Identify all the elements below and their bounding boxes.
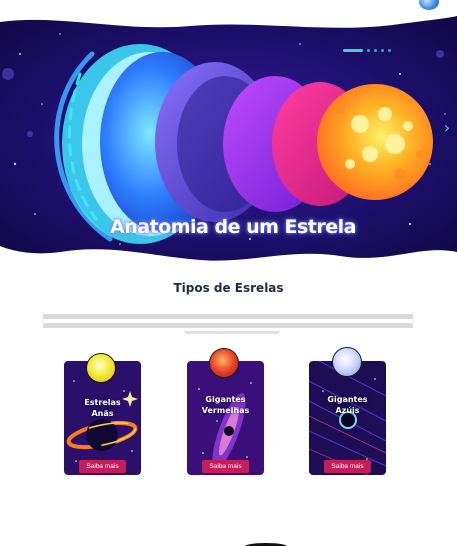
- card-saiba-mais-button[interactable]: Saiba mais: [324, 460, 371, 473]
- card-title-line1: Estrelas: [84, 398, 121, 407]
- card-gigantes-azuis[interactable]: Gigantes Azúis Saiba mais: [309, 361, 386, 475]
- blue-giant-star-icon: [332, 347, 362, 377]
- chevron-right-icon[interactable]: ›: [441, 118, 453, 138]
- planet-orb-icon: [419, 0, 439, 10]
- carousel-indicator[interactable]: [381, 49, 384, 52]
- card-title-line2: Azúis: [335, 406, 360, 415]
- carousel-indicator[interactable]: [374, 49, 377, 52]
- carousel-indicator[interactable]: [367, 49, 370, 52]
- carousel-indicator-active[interactable]: [343, 49, 363, 52]
- card-gigantes-vermelhas[interactable]: Gigantes Vermelhas Saiba mais: [187, 361, 264, 475]
- card-title-line1: Gigantes: [205, 395, 246, 404]
- card-title-line1: Gigantes: [327, 395, 368, 404]
- hero-banner: Anatomia de um Estrela ›: [0, 14, 457, 266]
- hero-title: Anatomia de um Estrela: [110, 216, 356, 238]
- section-title: Tipos de Esrelas: [173, 281, 284, 295]
- carousel-indicators[interactable]: [343, 48, 393, 54]
- carousel-indicator[interactable]: [388, 49, 391, 52]
- card-title-line2: Vermelhas: [201, 406, 250, 415]
- red-giant-illustration: [187, 361, 264, 475]
- card-saiba-mais-button[interactable]: Saiba mais: [79, 460, 126, 473]
- card-title-line2: Anãs: [91, 409, 114, 418]
- red-giant-star-icon: [209, 348, 239, 378]
- dwarf-star-icon: [86, 353, 116, 383]
- text-placeholder-line: [43, 314, 413, 319]
- text-placeholder-line: [43, 323, 413, 328]
- blue-giant-illustration: [309, 361, 386, 475]
- card-saiba-mais-button[interactable]: Saiba mais: [202, 460, 249, 473]
- text-placeholder-line: [185, 331, 279, 334]
